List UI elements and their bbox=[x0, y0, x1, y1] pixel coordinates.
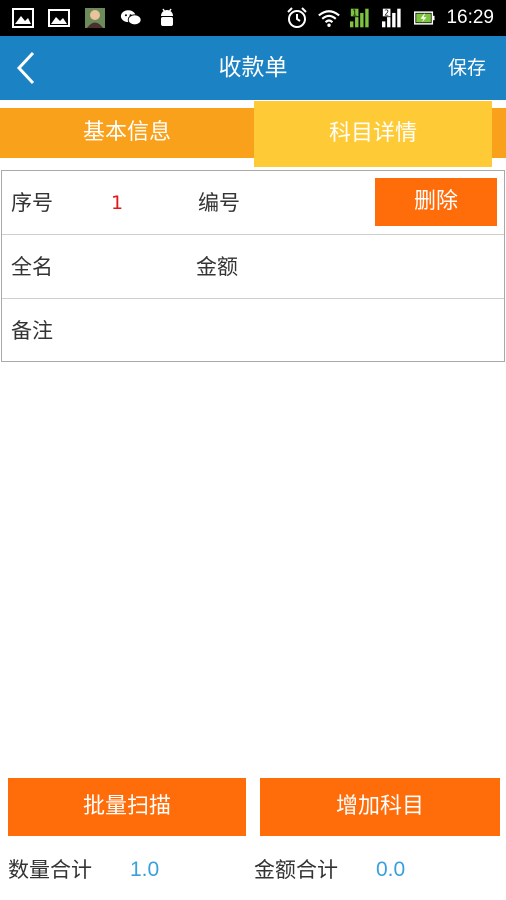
status-time: 16:29 bbox=[446, 7, 494, 28]
amount-total-label: 金额合计 bbox=[254, 858, 338, 882]
form-row-name: 全名 金额 bbox=[2, 235, 504, 299]
remark-label: 备注 bbox=[11, 319, 53, 343]
svg-text:1: 1 bbox=[353, 8, 358, 17]
save-button[interactable]: 保存 bbox=[448, 36, 486, 100]
qty-total-label: 数量合计 bbox=[8, 858, 92, 882]
signal-sim1-icon: 1 bbox=[350, 7, 372, 29]
amount-field[interactable] bbox=[256, 235, 496, 299]
picture-icon bbox=[48, 7, 70, 29]
android-icon bbox=[156, 7, 178, 29]
form-row-remark: 备注 bbox=[2, 299, 504, 363]
qty-total-value: 1.0 bbox=[130, 858, 160, 881]
serial-value: 1 bbox=[111, 192, 124, 214]
serial-label: 序号 bbox=[11, 191, 53, 215]
code-field[interactable] bbox=[256, 171, 366, 235]
delete-button[interactable]: 删除 bbox=[375, 178, 497, 226]
avatar-icon bbox=[84, 7, 106, 29]
alarm-icon bbox=[286, 7, 308, 29]
fullname-label: 全名 bbox=[11, 255, 53, 279]
code-label: 编号 bbox=[198, 191, 240, 215]
notification-icons bbox=[0, 7, 178, 29]
amount-total-value: 0.0 bbox=[376, 858, 406, 881]
amount-label: 金额 bbox=[196, 255, 238, 279]
subject-detail-form: 序号 1 编号 删除 全名 金额 备注 bbox=[1, 170, 505, 362]
tab-basic-info[interactable]: 基本信息 bbox=[0, 108, 254, 158]
batch-scan-button[interactable]: 批量扫描 bbox=[8, 778, 246, 836]
page-title: 收款单 bbox=[218, 55, 288, 81]
svg-text:2: 2 bbox=[385, 8, 390, 17]
status-bar: 1 2 16:29 bbox=[0, 0, 506, 36]
battery-charging-icon bbox=[414, 7, 436, 29]
wechat-icon bbox=[120, 7, 142, 29]
tab-subject-details[interactable]: 科目详情 bbox=[254, 101, 492, 167]
signal-sim2-icon: 2 bbox=[382, 7, 404, 29]
tab-bar: 基本信息 科目详情 bbox=[0, 101, 506, 167]
image-icon bbox=[12, 7, 34, 29]
remark-field[interactable] bbox=[62, 299, 492, 363]
wifi-icon bbox=[318, 7, 341, 29]
system-icons: 1 2 16:29 bbox=[286, 7, 506, 29]
fullname-field[interactable] bbox=[62, 235, 182, 299]
app-header: 收款单 保存 bbox=[0, 36, 506, 100]
form-row-serial: 序号 1 编号 删除 bbox=[2, 171, 504, 235]
add-subject-button[interactable]: 增加科目 bbox=[260, 778, 500, 836]
